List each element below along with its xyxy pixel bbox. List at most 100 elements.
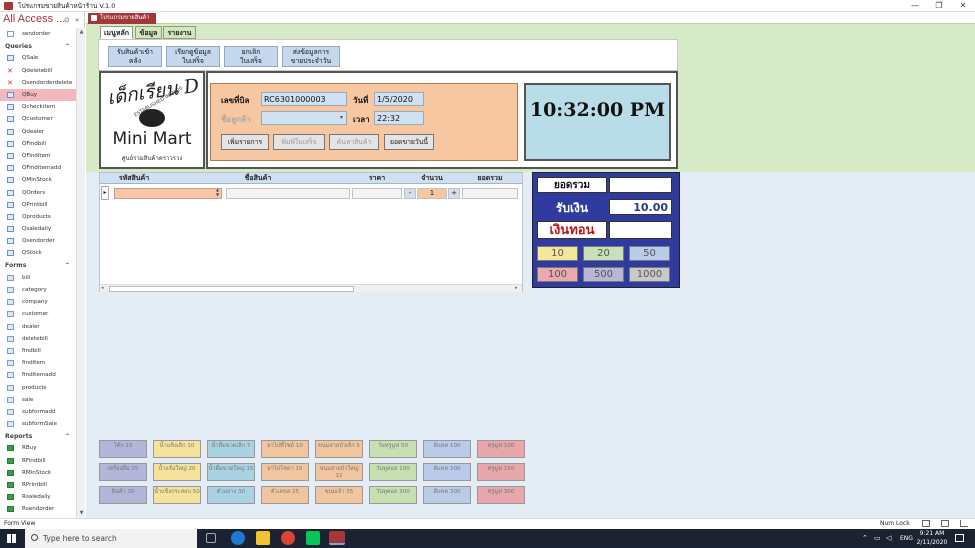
receive-stock-button[interactable]: รับสินค้าเข้า คลัง xyxy=(108,46,162,67)
quick-item-button[interactable]: ตัวเลขล 25 xyxy=(261,486,309,504)
quick-item-button[interactable]: น้ำดื่มขวดใหญ่ 15 xyxy=(207,463,255,481)
datasheet-view-icon[interactable] xyxy=(941,520,949,527)
file-explorer-icon[interactable] xyxy=(256,531,270,545)
chevron-down-icon[interactable]: ▾ xyxy=(340,114,343,121)
clock-date[interactable]: 2/11/2020 xyxy=(916,539,948,546)
nav-item-qsaledaily[interactable]: Qsaledaily xyxy=(0,223,76,235)
today-sales-button[interactable]: ยอดขายวันนี้ xyxy=(384,134,434,150)
nav-item-qfinditemadd[interactable]: QFinditemadd xyxy=(0,162,76,174)
record-selector[interactable]: ▸ xyxy=(101,186,109,200)
quick-item-button[interactable]: วันทูคอล 300 xyxy=(369,486,417,504)
nav-item-qcustomer[interactable]: Qcustomer xyxy=(0,113,76,125)
nav-item-company[interactable]: company xyxy=(0,296,76,308)
design-view-icon[interactable] xyxy=(960,520,968,527)
quick-item-button[interactable]: ขนมเจ้า 35 xyxy=(315,486,363,504)
quick-item-button[interactable]: วันทูคอล 100 xyxy=(369,463,417,481)
nav-item-qsale[interactable]: QSale xyxy=(0,52,76,64)
nav-item-qcheckitem[interactable]: Qcheckitem xyxy=(0,101,76,113)
quick-item-button[interactable]: ดีแทค 100 xyxy=(423,440,471,458)
date-field[interactable]: 1/5/2020 xyxy=(374,92,424,106)
scroll-right-icon[interactable]: ▸ xyxy=(515,285,518,291)
quick-item-button[interactable]: ยาไปที่ไซด์ 10 xyxy=(261,440,309,458)
nav-item-qorders[interactable]: QOrders xyxy=(0,186,76,198)
tab-data[interactable]: ข้อมูล xyxy=(135,26,162,39)
clock-time[interactable]: 9:21 AM xyxy=(918,530,946,537)
qty-plus-button[interactable]: + xyxy=(448,188,460,199)
line-total-cell[interactable] xyxy=(462,188,518,199)
language-indicator[interactable]: ENG xyxy=(900,535,913,542)
quick-item-button[interactable]: ตัวอย่าง 30 xyxy=(207,486,255,504)
collapse-nav-icon[interactable]: « xyxy=(75,16,79,24)
quick-item-button[interactable]: สินค้า 30 xyxy=(99,486,147,504)
qty-minus-button[interactable]: - xyxy=(404,188,416,199)
nav-item-rminstock[interactable]: RMinStock xyxy=(0,467,76,479)
taskbar-search-box[interactable]: Type here to search xyxy=(25,529,197,548)
grid-hscrollbar[interactable]: ◂ ▸ xyxy=(100,284,522,292)
nav-item-bill[interactable]: bill xyxy=(0,272,76,284)
quick-item-button[interactable]: เครื่องดื่ม 25 xyxy=(99,463,147,481)
close-button[interactable]: ✕ xyxy=(952,0,974,12)
price-cell[interactable] xyxy=(352,188,402,199)
cash-100-button[interactable]: 100 xyxy=(537,267,578,282)
quick-item-button[interactable]: ดีแทค 200 xyxy=(423,463,471,481)
find-product-button[interactable]: ค้นหาสินค้า xyxy=(329,134,379,150)
nav-item-subformadd[interactable]: subformadd xyxy=(0,406,76,418)
nav-item-category[interactable]: category xyxy=(0,284,76,296)
doc-tab-sale[interactable]: โปรแกรมขายสินค้า xyxy=(88,13,156,24)
scroll-down-icon[interactable]: ▼ xyxy=(78,510,85,517)
windows-start-icon[interactable] xyxy=(7,534,16,543)
send-daily-sales-button[interactable]: ส่งข้อมูลการ ขายประจำวัน xyxy=(282,46,340,67)
nav-item-rprintbill[interactable]: RPrintbill xyxy=(0,479,76,491)
cash-50-button[interactable]: 50 xyxy=(629,246,670,261)
quick-item-button[interactable]: วันทรูมูฟ 50 xyxy=(369,440,417,458)
nav-item-qstock[interactable]: QStock xyxy=(0,247,76,259)
scroll-up-icon[interactable]: ▲ xyxy=(78,29,85,36)
nav-item-rbuy[interactable]: RBuy xyxy=(0,442,76,454)
nav-item-dealer[interactable]: dealer xyxy=(0,321,76,333)
nav-item-qproducts[interactable]: Qproducts xyxy=(0,211,76,223)
nav-item-finditem[interactable]: finditem xyxy=(0,357,76,369)
access-taskbar-icon[interactable] xyxy=(329,531,345,545)
nav-item-qdeletebill[interactable]: ✕ Qdeletebill xyxy=(0,65,76,77)
nav-item-qminstock[interactable]: QMinStock xyxy=(0,174,76,186)
cancel-receipt-button[interactable]: ยกเลิก ใบเสร็จ xyxy=(224,46,278,67)
search-icon[interactable]: ⊙ xyxy=(64,16,70,24)
chrome-icon[interactable] xyxy=(281,531,295,545)
quick-item-button[interactable]: ขนมสายบัวใหญ่ 12 xyxy=(315,463,363,481)
volume-icon[interactable]: ◁ xyxy=(886,534,891,542)
nav-item-sendorder[interactable]: sendorder xyxy=(0,28,76,40)
tray-chevron-icon[interactable]: ⌃ xyxy=(862,534,868,542)
scroll-thumb[interactable] xyxy=(109,286,354,292)
nav-group-queries[interactable]: Queries ⌃ xyxy=(0,40,76,52)
quick-item-button[interactable]: ทรูมูฟ 150 xyxy=(477,463,525,481)
bill-no-field[interactable]: RC6301000003 xyxy=(261,92,347,106)
nav-item-rsendorder[interactable]: Rsendorder xyxy=(0,503,76,515)
quick-item-button[interactable]: ขนมสายบัวเล็ก 5 xyxy=(315,440,363,458)
quick-item-button[interactable]: ทรูมูฟ 100 xyxy=(477,440,525,458)
nav-item-sale[interactable]: sale xyxy=(0,394,76,406)
tab-main-menu[interactable]: เมนูหลัก xyxy=(100,26,133,39)
view-receipts-button[interactable]: เรียกดูข้อมูล ใบเสร็จ xyxy=(166,46,220,67)
nav-item-qprintbill[interactable]: QPrintbill xyxy=(0,199,76,211)
cash-10-button[interactable]: 10 xyxy=(537,246,578,261)
nav-title[interactable]: All Access ... xyxy=(3,13,65,25)
nav-item-findbill[interactable]: findbill xyxy=(0,345,76,357)
quick-item-button[interactable]: น้ำแข็งกระสอบ 50 xyxy=(153,486,201,504)
nav-item-customer[interactable]: customer xyxy=(0,308,76,320)
customer-select[interactable] xyxy=(261,111,347,125)
nav-item-qfinditem[interactable]: QFinditem xyxy=(0,150,76,162)
nav-item-deletebill[interactable]: deletebill xyxy=(0,333,76,345)
tab-reports[interactable]: รายงาน xyxy=(163,26,196,39)
maximize-button[interactable]: ❐ xyxy=(928,0,950,12)
nav-item-qbuy[interactable]: QBuy xyxy=(0,88,76,102)
receive-value[interactable]: 10.00 xyxy=(609,199,672,215)
nav-group-reports[interactable]: Reports ⌃ xyxy=(0,430,76,442)
nav-item-qdealer[interactable]: Qdealer xyxy=(0,126,76,138)
edge-icon[interactable] xyxy=(231,531,245,545)
quick-item-button[interactable]: น้ำดื่มขวดเล็ก 7 xyxy=(207,440,255,458)
minimize-button[interactable]: — xyxy=(904,0,926,12)
line-app-icon[interactable] xyxy=(306,531,320,545)
product-name-cell[interactable] xyxy=(226,188,350,199)
nav-item-subformsale[interactable]: subformSale xyxy=(0,418,76,430)
nav-item-products[interactable]: products xyxy=(0,381,76,393)
